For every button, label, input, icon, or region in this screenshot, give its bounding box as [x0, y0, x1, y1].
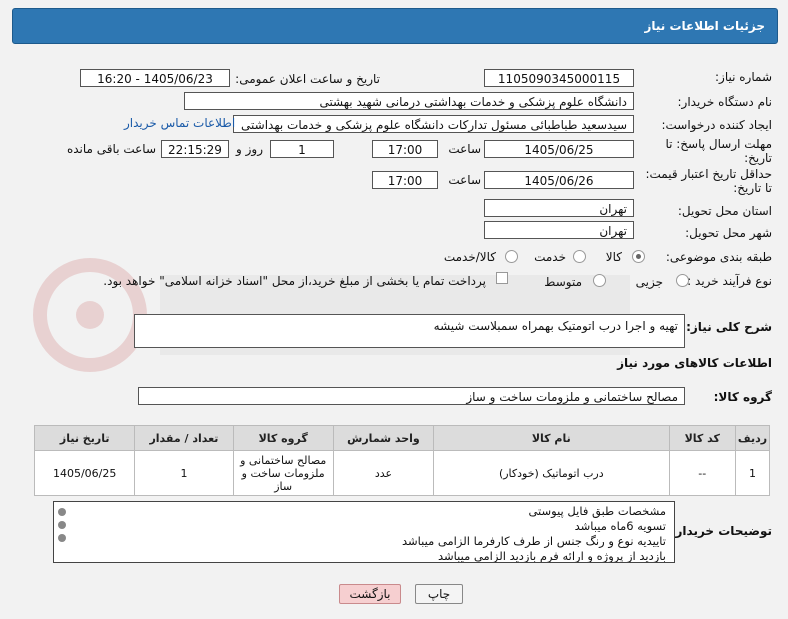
goods-group-field: مصالح ساختمانی و ملزومات ساخت و ساز [138, 387, 685, 405]
notes-label: توضیحات خریدار: [670, 524, 772, 538]
cell-item-name: درب اتوماتیک (خودکار) [433, 450, 670, 496]
process-type-label: نوع فرآیند خرید : [687, 274, 772, 288]
summary-field: تهیه و اجرا درب اتومتیک بهمراه سمبلاست ش… [134, 314, 685, 348]
validity-label-line2: تا تاریخ: [733, 181, 772, 195]
notes-line: تاییدیه نوع و رنگ جنس از طرف کارفرما الز… [402, 534, 666, 548]
buyer-org-field: دانشگاه علوم پزشکی و خدمات بهداشتی درمان… [184, 92, 634, 110]
process-minor-radio[interactable] [676, 274, 689, 287]
days-remaining-field: 1 [270, 140, 334, 158]
items-table: ردیف کد کالا نام کالا واحد شمارش گروه کا… [33, 425, 770, 496]
remaining-time-label: ساعت باقی مانده [66, 142, 156, 156]
category-goods-radio[interactable] [632, 250, 645, 263]
city-label: شهر محل تحویل: [685, 226, 772, 240]
process-medium-label: متوسط [544, 275, 582, 289]
deadline-label-line1: مهلت ارسال پاسخ: تا [665, 137, 772, 151]
requester-label: ایجاد کننده درخواست: [661, 118, 772, 132]
treasury-payment-note: پرداخت تمام یا بخشی از مبلغ خرید،از محل … [103, 274, 486, 288]
cell-need-date: 1405/06/25 [33, 450, 136, 496]
category-goods-label: کالا [605, 250, 622, 264]
need-number-field: 1105090345000115 [484, 69, 634, 87]
remaining-time-field: 22:15:29 [161, 140, 229, 158]
col-goods-group: گروه کالا [232, 425, 334, 451]
table-header-row: ردیف کد کالا نام کالا واحد شمارش گروه کا… [33, 425, 770, 451]
page-title: جزئیات اطلاعات نیاز [644, 19, 765, 33]
summary-label: شرح کلی نیاز: [686, 320, 772, 334]
cell-quantity: 1 [134, 450, 234, 496]
col-quantity: تعداد / مقدار [134, 425, 234, 451]
page-header: جزئیات اطلاعات نیاز [12, 8, 778, 44]
validity-date-field: 1405/06/26 [484, 171, 634, 189]
category-service-label: خدمت [534, 250, 566, 264]
buyer-org-label: نام دستگاه خریدار: [677, 95, 773, 109]
goods-group-label: گروه کالا: [713, 390, 772, 404]
cell-goods-group: مصالح ساختمانی و ملزومات ساخت و ساز [232, 450, 334, 496]
print-button[interactable]: چاپ [415, 584, 463, 604]
col-unit: واحد شمارش [332, 425, 435, 451]
contact-info-link[interactable]: اطلاعات تماس خریدار [124, 116, 235, 130]
category-label: طبقه بندی موضوعی: [665, 250, 772, 264]
table-row: 1 -- درب اتوماتیک (خودکار) عدد مصالح ساخ… [33, 450, 770, 496]
notes-line: تسویه 6ماه میباشد [574, 519, 666, 533]
validity-time-field: 17:00 [372, 171, 438, 189]
notes-line: مشخصات طبق فایل پیوستی [528, 504, 666, 518]
deadline-time-label: ساعت [448, 142, 481, 156]
cell-unit: عدد [332, 450, 435, 496]
notes-scrollbar[interactable] [56, 505, 68, 560]
buyer-notes-box[interactable]: مشخصات طبق فایل پیوستی تسویه 6ماه میباشد… [53, 501, 675, 563]
category-both-label: کالا/خدمت [443, 250, 496, 264]
deadline-label-line2: تاریخ: [744, 151, 772, 165]
category-both-radio[interactable] [505, 250, 518, 263]
announce-label: تاریخ و ساعت اعلان عمومی: [235, 72, 380, 86]
validity-label-line1: حداقل تاریخ اعتبار قیمت: [645, 167, 772, 181]
treasury-payment-checkbox[interactable] [496, 272, 508, 284]
validity-time-label: ساعت [448, 173, 481, 187]
process-medium-radio[interactable] [593, 274, 606, 287]
deadline-date-field: 1405/06/25 [484, 140, 634, 158]
announce-field: 1405/06/23 - 16:20 [80, 69, 230, 87]
col-item-name: نام کالا [433, 425, 670, 451]
cell-row-number: 1 [735, 450, 770, 496]
col-row-number: ردیف [735, 425, 770, 451]
notes-line: بازدید از پروژه و ارائه فرم بازدید الزام… [438, 549, 666, 563]
back-button[interactable]: بازگشت [339, 584, 401, 604]
requester-field: سیدسعید طباطبائی مسئول تدارکات دانشگاه ع… [233, 115, 634, 133]
col-item-code: کد کالا [668, 425, 736, 451]
process-minor-label: جزیی [635, 275, 663, 289]
col-need-date: تاریخ نیاز [33, 425, 136, 451]
deadline-time-field: 17:00 [372, 140, 438, 158]
province-label: استان محل تحویل: [677, 204, 772, 218]
category-service-radio[interactable] [573, 250, 586, 263]
day-label: روز و [236, 142, 263, 156]
cell-item-code: -- [668, 450, 736, 496]
goods-info-title: اطلاعات کالاهای مورد نیاز [617, 356, 772, 370]
city-field: تهران [484, 221, 634, 239]
need-number-label: شماره نیاز: [715, 70, 772, 84]
province-field: تهران [484, 199, 634, 217]
